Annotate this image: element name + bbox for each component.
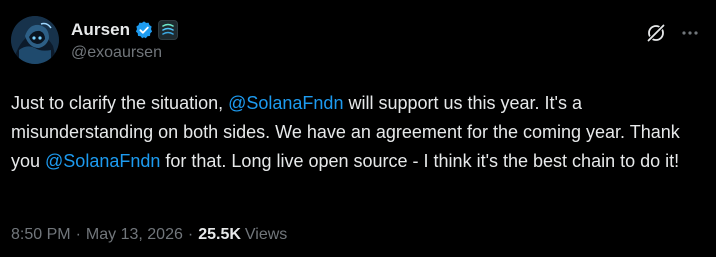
- meta-separator: ·: [75, 226, 81, 243]
- tweet-text-segment: for that. Long live open source - I thin…: [160, 151, 680, 171]
- tweet-date[interactable]: May 13, 2026: [86, 226, 183, 244]
- author-name-row: Aursen: [71, 19, 179, 41]
- mention-link[interactable]: @SolanaFndn: [45, 151, 160, 171]
- grok-icon[interactable]: [645, 22, 667, 44]
- author-display-name[interactable]: Aursen: [71, 20, 130, 40]
- views-count[interactable]: 25.5K: [198, 226, 241, 244]
- verified-badge-icon[interactable]: [134, 20, 154, 40]
- author-handle[interactable]: @exoaursen: [71, 44, 162, 62]
- tweet: Aursen @exoaursen Just to clarify the si…: [0, 0, 716, 257]
- views-label: Views: [244, 226, 288, 243]
- affiliate-badge-icon[interactable]: [158, 20, 179, 40]
- tweet-text-segment: Just to clarify the situation,: [11, 93, 229, 113]
- meta-separator: ·: [187, 226, 194, 243]
- more-horizontal-icon[interactable]: [679, 22, 701, 44]
- tweet-meta: 8:50 PM · May 13, 2026 · 25.5K Views: [11, 226, 287, 244]
- tweet-text: Just to clarify the situation, @SolanaFn…: [11, 89, 701, 176]
- tweet-time[interactable]: 8:50 PM: [11, 226, 71, 244]
- avatar[interactable]: [11, 16, 59, 64]
- mention-link[interactable]: @SolanaFndn: [228, 93, 343, 113]
